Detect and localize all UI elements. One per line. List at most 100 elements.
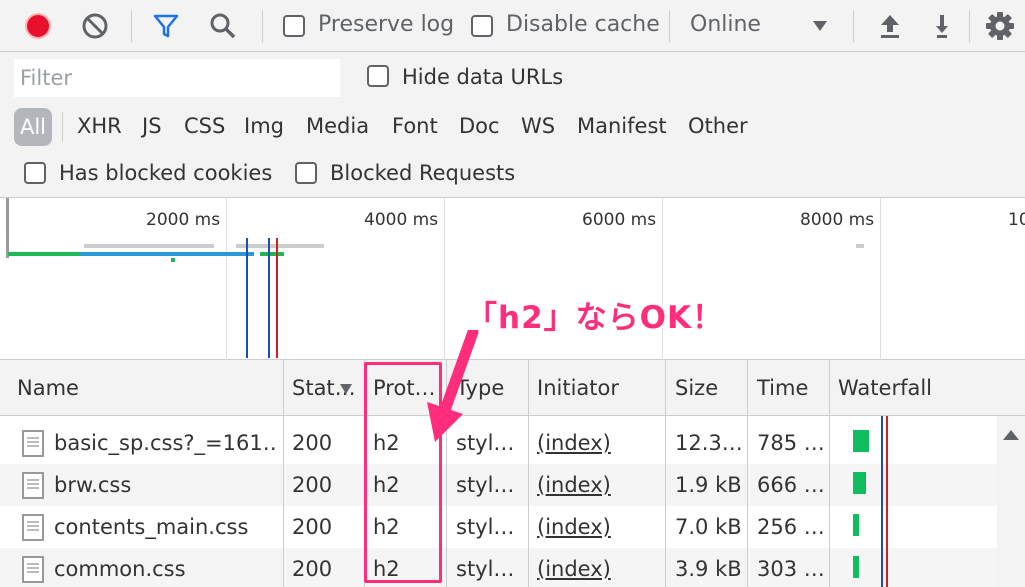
column-header-initiator[interactable]: Initiator (537, 376, 619, 400)
stylesheet-file-icon (22, 556, 44, 583)
request-name: contents_main.css (54, 515, 249, 539)
request-name: common.css (54, 557, 186, 581)
request-initiator-link[interactable]: (index) (537, 473, 611, 497)
overview-bar (260, 252, 284, 256)
request-status: 200 (292, 557, 333, 581)
column-header-waterfall[interactable]: Waterfall (838, 376, 932, 400)
filter-toggle-button[interactable] (150, 10, 182, 42)
dom-content-loaded-marker (268, 238, 270, 358)
throttling-value: Online (690, 12, 761, 37)
request-size: 1.9 kB (675, 473, 742, 497)
toolbar-divider (262, 10, 263, 42)
record-button[interactable] (22, 10, 54, 42)
stylesheet-file-icon (22, 514, 44, 541)
request-type: styl… (456, 557, 515, 581)
column-divider[interactable] (829, 360, 830, 587)
type-filter-media[interactable]: Media (306, 114, 369, 138)
request-initiator-link[interactable]: (index) (537, 515, 611, 539)
column-header-time[interactable]: Time (757, 376, 808, 400)
has-blocked-cookies-checkbox[interactable] (24, 162, 46, 184)
column-header-name[interactable]: Name (17, 376, 79, 400)
type-filter-other[interactable]: Other (688, 114, 748, 138)
column-divider[interactable] (528, 360, 529, 587)
sort-descending-icon (340, 384, 352, 394)
stylesheet-file-icon (22, 430, 44, 457)
request-initiator-link[interactable]: (index) (537, 431, 611, 455)
chevron-down-icon (813, 21, 827, 31)
waterfall-bar (853, 430, 869, 452)
type-filter-font[interactable]: Font (392, 114, 438, 138)
type-filter-doc[interactable]: Doc (459, 114, 500, 138)
toolbar-divider (131, 10, 132, 42)
request-size: 12.3… (675, 431, 743, 455)
column-divider[interactable] (283, 360, 284, 587)
preserve-log-checkbox[interactable] (283, 15, 305, 37)
request-name: brw.css (54, 473, 132, 497)
filter-input[interactable] (14, 59, 340, 97)
request-status: 200 (292, 515, 333, 539)
hide-data-urls-label: Hide data URLs (402, 65, 564, 89)
table-header: Name Stat… Prot… Type Initiator Size Tim… (0, 360, 1025, 416)
overview-bar (8, 252, 88, 256)
overview-bar (236, 244, 324, 248)
blocked-requests-checkbox[interactable] (295, 162, 317, 184)
type-filter-all[interactable]: All (14, 108, 52, 146)
type-filter-js[interactable]: JS (142, 114, 162, 138)
disable-cache-label: Disable cache (506, 12, 660, 37)
request-type: styl… (456, 515, 515, 539)
disable-cache-checkbox[interactable] (471, 15, 493, 37)
request-type: styl… (456, 473, 515, 497)
toolbar-divider (669, 10, 670, 42)
has-blocked-cookies-label: Has blocked cookies (59, 161, 273, 185)
search-button[interactable] (207, 10, 239, 42)
type-filter-manifest[interactable]: Manifest (577, 114, 667, 138)
column-header-size[interactable]: Size (675, 376, 718, 400)
request-status: 200 (292, 431, 333, 455)
clear-button[interactable] (79, 10, 111, 42)
column-divider[interactable] (665, 360, 666, 587)
dom-content-loaded-marker (246, 238, 248, 358)
dom-content-loaded-marker (881, 416, 883, 587)
type-filter-ws[interactable]: WS (521, 114, 555, 138)
record-icon (25, 13, 51, 39)
overview-tick-label: 4000 ms (364, 210, 439, 230)
download-icon (936, 15, 948, 38)
request-initiator-link[interactable]: (index) (537, 557, 611, 581)
request-time: 666 … (757, 473, 825, 497)
table-row[interactable]: common.css 200 h2 styl… (index) 3.9 kB 3… (0, 548, 1025, 587)
overview-bar (80, 252, 254, 256)
network-toolbar: Preserve log Disable cache Online (0, 0, 1025, 52)
overview-bar (856, 244, 864, 248)
type-filter-xhr[interactable]: XHR (77, 114, 122, 138)
gear-icon (986, 12, 1014, 40)
overview-bar (171, 258, 175, 262)
overview-drag-handle[interactable] (6, 198, 9, 258)
toolbar-divider (969, 10, 970, 42)
filter-icon (153, 14, 179, 38)
import-har-button[interactable] (874, 10, 906, 42)
request-time: 303 … (757, 557, 825, 581)
vertical-scrollbar[interactable] (997, 416, 1025, 587)
overview-gridline (226, 198, 227, 360)
type-filter-img[interactable]: Img (244, 114, 284, 138)
table-row[interactable]: contents_main.css 200 h2 styl… (index) 7… (0, 506, 1025, 548)
overview-tick-label: 2000 ms (146, 210, 221, 230)
type-filter-divider (62, 112, 63, 142)
scroll-up-icon[interactable] (1003, 428, 1019, 440)
export-har-button[interactable] (926, 10, 958, 42)
throttling-select[interactable]: Online (682, 10, 838, 42)
hide-data-urls-checkbox[interactable] (367, 65, 389, 87)
table-row[interactable]: basic_sp.css?_=161… 200 h2 styl… (index)… (0, 422, 1025, 464)
settings-button[interactable] (984, 10, 1016, 42)
requests-table: Name Stat… Prot… Type Initiator Size Tim… (0, 360, 1025, 587)
column-divider[interactable] (747, 360, 748, 587)
request-time: 256 … (757, 515, 825, 539)
table-row[interactable]: brw.css 200 h2 styl… (index) 1.9 kB 666 … (0, 464, 1025, 506)
toolbar-divider (853, 10, 854, 42)
type-filter-css[interactable]: CSS (184, 114, 225, 138)
request-status: 200 (292, 473, 333, 497)
waterfall-bar (853, 556, 859, 578)
overview-tick-label: 6000 ms (582, 210, 657, 230)
annotation-arrow-icon (427, 330, 479, 442)
load-event-marker (886, 416, 888, 587)
